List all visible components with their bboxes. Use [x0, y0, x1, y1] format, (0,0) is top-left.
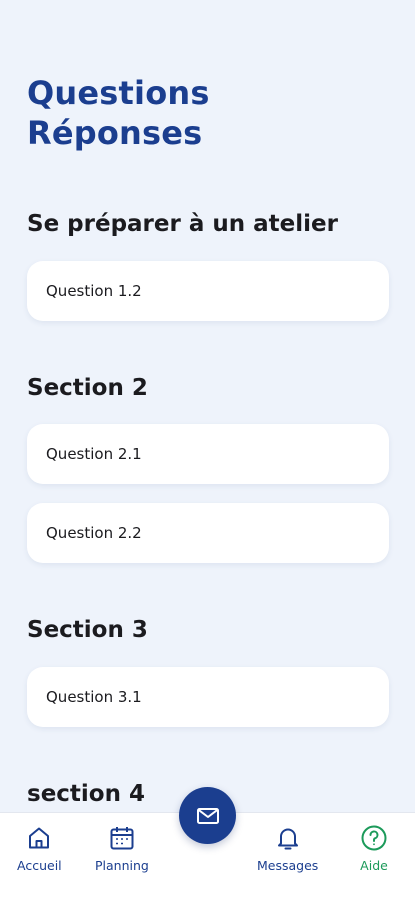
nav-label-accueil: Accueil	[17, 858, 62, 873]
section-title-4: section 4	[27, 781, 145, 807]
page-title: Questions Réponses	[27, 73, 210, 153]
section-title-3: Section 3	[27, 617, 148, 643]
question-card-1-2[interactable]: Question 1.2	[27, 261, 389, 321]
page-title-line-2: Réponses	[27, 114, 203, 152]
nav-item-messages[interactable]: Messages	[257, 823, 318, 873]
nav-label-messages: Messages	[257, 858, 319, 873]
section-title-1: Se préparer à un atelier	[27, 211, 338, 237]
nav-item-aide[interactable]: Aide	[359, 823, 389, 873]
nav-label-planning: Planning	[95, 858, 149, 873]
question-card-3-1[interactable]: Question 3.1	[27, 667, 389, 727]
nav-label-aide: Aide	[360, 858, 388, 873]
calendar-icon	[107, 823, 137, 853]
bell-icon	[273, 823, 303, 853]
nav-item-planning[interactable]: Planning	[95, 823, 149, 873]
faq-screen: Questions Réponses Se préparer à un atel…	[0, 0, 415, 900]
compose-message-button[interactable]	[179, 787, 236, 844]
help-icon	[359, 823, 389, 853]
section-title-2: Section 2	[27, 375, 148, 401]
nav-item-accueil[interactable]: Accueil	[17, 823, 62, 873]
question-card-2-1[interactable]: Question 2.1	[27, 424, 389, 484]
question-card-2-2[interactable]: Question 2.2	[27, 503, 389, 563]
home-icon	[24, 823, 54, 853]
mail-icon	[195, 803, 221, 829]
page-title-line-1: Questions	[27, 74, 210, 112]
